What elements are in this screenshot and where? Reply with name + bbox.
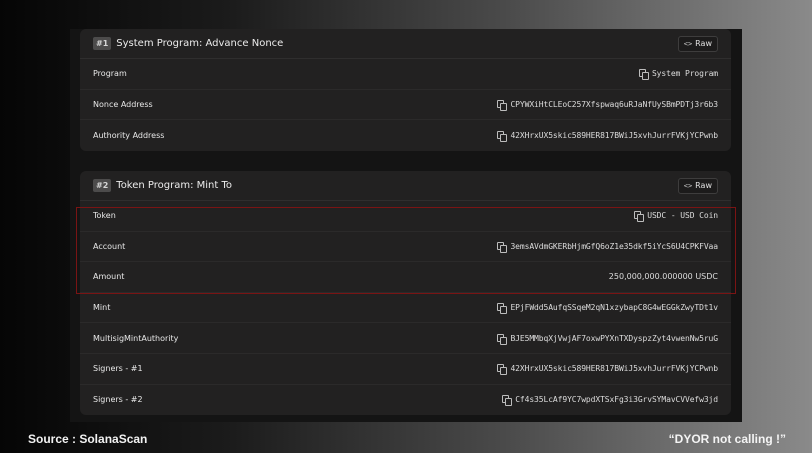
copy-icon[interactable] bbox=[638, 69, 649, 81]
address-link[interactable]: 42XHrxUX5skic589HER817BWiJ5xvhJurrFVKjYC… bbox=[510, 131, 718, 140]
address-link[interactable]: 3emsAVdmGKERbHjmGfQ6oZ1e35dkf5iYcS6U4CPK… bbox=[510, 242, 718, 251]
instruction-header-1: #1 System Program: Advance Nonce <> Raw bbox=[80, 29, 731, 59]
detail-row-token: Token USDC - USD Coin bbox=[80, 201, 731, 232]
row-value[interactable]: EPjFWdd5AufqSSqeM2qN1xzybapC8G4wEGGkZwyT… bbox=[497, 303, 718, 315]
raw-button-label: Raw bbox=[695, 38, 712, 48]
row-value[interactable]: 42XHrxUX5skic589HER817BWiJ5xvhJurrFVKjYC… bbox=[497, 364, 718, 376]
row-label: Authority Address bbox=[93, 130, 165, 140]
row-value[interactable]: CPYWXiHtCLEoC257Xfspwaq6uRJaNfUySBmPDTj3… bbox=[497, 99, 718, 111]
instruction-index-badge: #2 bbox=[93, 179, 112, 192]
row-label: Nonce Address bbox=[93, 99, 153, 109]
row-value[interactable]: 3emsAVdmGKERbHjmGfQ6oZ1e35dkf5iYcS6U4CPK… bbox=[497, 241, 718, 253]
row-label: Program bbox=[93, 69, 127, 79]
detail-row-nonce-address: Nonce Address CPYWXiHtCLEoC257Xfspwaq6uR… bbox=[80, 90, 731, 121]
transaction-instructions-panel: #1 System Program: Advance Nonce <> Raw … bbox=[70, 29, 742, 422]
address-link[interactable]: EPjFWdd5AufqSSqeM2qN1xzybapC8G4wEGGkZwyT… bbox=[510, 303, 718, 312]
detail-row-signer-2: Signers - #2 Cf4s35LcAf9YC7wpdXTSxFg3i3G… bbox=[80, 385, 731, 416]
raw-button[interactable]: <> Raw bbox=[677, 35, 718, 52]
detail-row-account: Account 3emsAVdmGKERbHjmGfQ6oZ1e35dkf5iY… bbox=[80, 232, 731, 263]
detail-row-multisig-mint-authority: MultisigMintAuthority BJE5MMbqXjVwjAF7ox… bbox=[80, 323, 731, 354]
address-link[interactable]: Cf4s35LcAf9YC7wpdXTSxFg3i3GrvSYMavCVVefw… bbox=[515, 395, 718, 404]
amount-value: 250,000,000.000000 USDC bbox=[608, 272, 718, 282]
copy-icon[interactable] bbox=[497, 130, 508, 142]
row-value[interactable]: System Program bbox=[638, 69, 718, 81]
row-label: Token bbox=[93, 211, 116, 221]
copy-icon[interactable] bbox=[497, 99, 508, 111]
instruction-header-2: #2 Token Program: Mint To <> Raw bbox=[80, 171, 731, 201]
copy-icon[interactable] bbox=[502, 395, 513, 407]
row-value[interactable]: USDC - USD Coin bbox=[634, 211, 718, 223]
instruction-title: Token Program: Mint To bbox=[116, 180, 233, 191]
source-caption: Source : SolanaScan bbox=[28, 432, 148, 446]
row-value[interactable]: 42XHrxUX5skic589HER817BWiJ5xvhJurrFVKjYC… bbox=[497, 130, 718, 142]
copy-icon[interactable] bbox=[497, 333, 508, 345]
token-link[interactable]: USDC - USD Coin bbox=[647, 211, 718, 220]
copy-icon[interactable] bbox=[497, 241, 508, 253]
address-link[interactable]: CPYWXiHtCLEoC257Xfspwaq6uRJaNfUySBmPDTj3… bbox=[510, 100, 718, 109]
row-label: Account bbox=[93, 241, 126, 251]
row-value[interactable]: Cf4s35LcAf9YC7wpdXTSxFg3i3GrvSYMavCVVefw… bbox=[502, 395, 718, 407]
code-icon: <> bbox=[683, 39, 693, 48]
row-label: Mint bbox=[93, 303, 111, 313]
detail-row-authority-address: Authority Address 42XHrxUX5skic589HER817… bbox=[80, 120, 731, 151]
detail-row-program: Program System Program bbox=[80, 59, 731, 90]
detail-row-amount: Amount 250,000,000.000000 USDC bbox=[80, 262, 731, 293]
program-link[interactable]: System Program bbox=[652, 69, 718, 78]
address-link[interactable]: BJE5MMbqXjVwjAF7oxwPYXnTXDyspzZyt4vwenNw… bbox=[510, 334, 718, 343]
row-value[interactable]: BJE5MMbqXjVwjAF7oxwPYXnTXDyspzZyt4vwenNw… bbox=[497, 333, 718, 345]
address-link[interactable]: 42XHrxUX5skic589HER817BWiJ5xvhJurrFVKjYC… bbox=[510, 364, 718, 373]
instruction-card-2: #2 Token Program: Mint To <> Raw Token U… bbox=[80, 171, 731, 416]
detail-row-signer-1: Signers - #1 42XHrxUX5skic589HER817BWiJ5… bbox=[80, 354, 731, 385]
raw-button[interactable]: <> Raw bbox=[677, 177, 718, 194]
row-label: Amount bbox=[93, 272, 125, 282]
row-label: Signers - #2 bbox=[93, 395, 143, 405]
detail-row-mint: Mint EPjFWdd5AufqSSqeM2qN1xzybapC8G4wEGG… bbox=[80, 293, 731, 324]
instruction-title: System Program: Advance Nonce bbox=[116, 38, 284, 49]
copy-icon[interactable] bbox=[497, 364, 508, 376]
copy-icon[interactable] bbox=[497, 303, 508, 315]
instruction-card-1: #1 System Program: Advance Nonce <> Raw … bbox=[80, 29, 731, 151]
row-label: Signers - #1 bbox=[93, 364, 143, 374]
code-icon: <> bbox=[683, 181, 693, 190]
disclaimer-caption: “DYOR not calling !” bbox=[668, 432, 786, 446]
raw-button-label: Raw bbox=[695, 180, 712, 190]
row-label: MultisigMintAuthority bbox=[93, 333, 179, 343]
instruction-index-badge: #1 bbox=[93, 37, 112, 50]
copy-icon[interactable] bbox=[634, 211, 645, 223]
